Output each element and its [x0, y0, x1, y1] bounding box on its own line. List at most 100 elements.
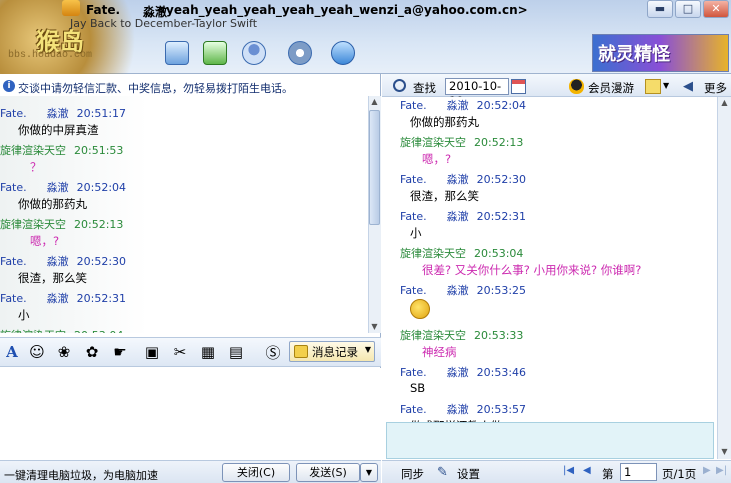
- first-page-icon[interactable]: |◀: [563, 465, 574, 476]
- screen-share-icon[interactable]: ▤: [226, 342, 246, 362]
- send-options-dropdown[interactable]: ▼: [360, 463, 378, 482]
- envelope-icon: [165, 41, 189, 65]
- history-scrollbar[interactable]: [717, 97, 731, 459]
- image-icon[interactable]: ▣: [142, 342, 162, 362]
- add-contact-tool[interactable]: [198, 38, 232, 68]
- message-sender[interactable]: 旋律渲染天空: [400, 136, 466, 149]
- message-sender[interactable]: 旋律渲染天空: [0, 218, 66, 231]
- chat-log-scroll-thumb[interactable]: [369, 110, 380, 225]
- message-time: 20:51:17: [76, 107, 127, 120]
- message-sender[interactable]: Fate.: [400, 210, 427, 223]
- message-time: 20:52:31: [476, 210, 527, 223]
- message-sender[interactable]: Fate.: [400, 366, 427, 379]
- ad-banner-text: 就灵精怪: [598, 44, 670, 65]
- message-history-button[interactable]: 消息记录 ▼: [289, 341, 375, 362]
- prev-page-icon[interactable]: ◀: [583, 465, 591, 476]
- settings-tool[interactable]: [283, 38, 317, 68]
- contact-name: Fate.: [86, 3, 121, 17]
- history-log[interactable]: Fate. 淼澈 20:52:04 你做的那药丸 旋律渲染天空 20:52:13 嗯，? Fa…: [382, 97, 717, 459]
- message-header: Fate. 淼澈 20:53:46: [400, 364, 526, 380]
- message-sender[interactable]: Fate.: [0, 181, 27, 194]
- roaming-label[interactable]: 会员漫游: [588, 80, 634, 96]
- message-time: 20:52:04: [476, 99, 527, 112]
- message-header: 旋律渲染天空 20:52:13: [0, 216, 123, 232]
- message-text: 嗯，?: [422, 152, 452, 166]
- s-tool-icon[interactable]: Ⓢ: [263, 342, 283, 362]
- search-label[interactable]: 查找: [413, 80, 436, 96]
- scroll-up-arrow-icon[interactable]: ▲: [369, 97, 380, 108]
- message-sender[interactable]: 旋律渲染天空: [400, 247, 466, 260]
- message-text: 你做的那药丸: [18, 197, 87, 211]
- message-text: ？: [30, 160, 42, 174]
- message-text: 小: [18, 308, 30, 322]
- message-sender[interactable]: Fate.: [400, 403, 427, 416]
- message-sender[interactable]: Fate.: [400, 284, 427, 297]
- more-label[interactable]: 更多: [704, 80, 727, 96]
- message-sender-nick: 淼澈: [446, 284, 469, 297]
- message-input[interactable]: [0, 368, 381, 460]
- speaker-icon[interactable]: ◀: [683, 79, 693, 94]
- display-options-icon[interactable]: [645, 79, 661, 94]
- message-sender[interactable]: 旋律渲染天空: [0, 329, 66, 333]
- message-sender-nick: 淼澈: [46, 107, 69, 120]
- email-tool[interactable]: [160, 38, 194, 68]
- message-time: 20:53:25: [476, 284, 527, 297]
- message-sender-nick: 淼澈: [446, 99, 469, 112]
- settings-label[interactable]: 设置: [457, 466, 480, 482]
- message-sender[interactable]: Fate.: [0, 255, 27, 268]
- message-header: 旋律渲染天空 20:53:04: [0, 327, 123, 333]
- message-text: 很渣，那么笑: [18, 271, 87, 285]
- minimize-button[interactable]: ▬: [647, 0, 673, 18]
- gift-icon[interactable]: ▦: [198, 342, 218, 362]
- page-number-input[interactable]: 1: [620, 463, 657, 481]
- message-sender[interactable]: Fate.: [0, 107, 27, 120]
- contact-email: <yeah_yeah_yeah_yeah_yeah_wenzi_a@yahoo.…: [156, 3, 528, 17]
- speedup-tip[interactable]: 一键清理电脑垃圾，为电脑加速: [4, 467, 158, 483]
- s-badge-icon: [331, 41, 355, 65]
- screenshot-icon[interactable]: ✂: [170, 342, 190, 362]
- contact-profile-tool[interactable]: [237, 38, 271, 68]
- chat-log[interactable]: Fate. 淼澈 20:51:17 你做的中屏真渣 旋律渲染天空 20:51:53？ Fat…: [0, 96, 368, 333]
- message-sender[interactable]: Fate.: [400, 173, 427, 186]
- plugin-tool[interactable]: [326, 38, 360, 68]
- scroll-down-arrow-icon[interactable]: ▼: [719, 447, 730, 458]
- message-text: 你做的中屏真渣: [18, 123, 99, 137]
- maximize-button[interactable]: □: [675, 0, 701, 18]
- search-icon[interactable]: [393, 79, 406, 92]
- close-window-button[interactable]: ✕: [703, 0, 729, 18]
- scroll-up-arrow-icon[interactable]: ▲: [719, 98, 730, 109]
- message-header: 旋律渲染天空 20:53:04: [400, 245, 523, 261]
- message-header: Fate. 淼澈 20:53:25: [400, 282, 526, 298]
- message-sender[interactable]: 旋律渲染天空: [0, 144, 66, 157]
- send-button[interactable]: 发送(S): [296, 463, 360, 482]
- message-sender-nick: 淼澈: [46, 181, 69, 194]
- message-header: 旋律渲染天空 20:53:33: [400, 327, 523, 343]
- message-time: 20:52:30: [476, 173, 527, 186]
- magic-emoticon-icon[interactable]: ❀: [54, 342, 74, 362]
- message-text: 嗯，?: [30, 234, 60, 248]
- message-sender-nick: 淼澈: [446, 210, 469, 223]
- next-page-icon[interactable]: ▶: [703, 465, 711, 476]
- message-header: Fate. 淼澈 20:53:57: [400, 401, 526, 417]
- sync-label[interactable]: 同步: [401, 466, 424, 482]
- message-history-label: 消息记录: [312, 344, 358, 359]
- message-sender-nick: 淼澈: [446, 366, 469, 379]
- chevron-down-icon[interactable]: ▼: [663, 81, 669, 90]
- close-button[interactable]: 关闭(C): [222, 463, 290, 482]
- calendar-icon[interactable]: [511, 79, 526, 94]
- cookie-emoticon-icon[interactable]: ✿: [82, 342, 102, 362]
- security-notice-text: 交谈中请勿轻信汇款、中奖信息，勿轻易拨打陌生电话。: [18, 82, 293, 95]
- message-text: 神经病: [422, 345, 457, 359]
- emoticon-icon[interactable]: ☺: [27, 342, 47, 362]
- message-sender[interactable]: 旋律渲染天空: [400, 329, 466, 342]
- scroll-down-arrow-icon[interactable]: ▼: [369, 322, 380, 333]
- message-sender[interactable]: Fate.: [400, 99, 427, 112]
- message-header: Fate. 淼澈 20:52:04: [400, 97, 526, 113]
- last-page-icon[interactable]: ▶|: [716, 465, 727, 476]
- message-sender[interactable]: Fate.: [0, 292, 27, 305]
- font-icon[interactable]: A: [2, 342, 22, 362]
- history-icon: [294, 345, 308, 358]
- message-time: 20:52:30: [76, 255, 127, 268]
- wink-icon[interactable]: ☛: [110, 342, 130, 362]
- date-input[interactable]: 2010-10-19: [445, 78, 509, 108]
